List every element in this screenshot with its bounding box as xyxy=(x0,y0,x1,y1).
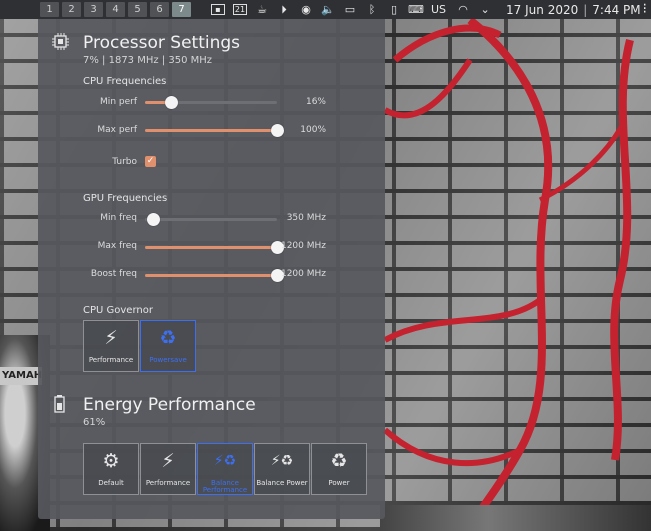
updates-icon[interactable]: ◉ xyxy=(295,0,317,19)
clock-time: 7:44 PM xyxy=(592,2,641,17)
energy-value: 61% xyxy=(83,417,106,428)
balance-power-mode-button[interactable]: ⚡♻ Balance Power xyxy=(254,443,310,495)
mode-label: Power xyxy=(328,479,350,487)
mode-label: Balance Performance xyxy=(202,479,248,494)
keyboard-icon[interactable]: ⌨ xyxy=(405,0,427,19)
lightning-icon: ⚡ xyxy=(104,327,118,349)
desktop-2-button[interactable]: 2 xyxy=(62,2,81,17)
desktop-6-button[interactable]: 6 xyxy=(150,2,169,17)
max-freq-fill xyxy=(145,246,277,249)
default-mode-button[interactable]: ⚙ Default xyxy=(83,443,139,495)
wifi-icon[interactable]: ◠ xyxy=(452,0,474,19)
desktop-5-button[interactable]: 5 xyxy=(128,2,147,17)
balance-performance-mode-button[interactable]: ⚡♻ Balance Performance xyxy=(197,443,253,495)
boost-freq-value: 1200 MHz xyxy=(280,269,326,279)
calendar-icon[interactable]: 21 xyxy=(229,0,251,19)
digital-clock[interactable]: 17 Jun 2020 | 7:44 PM xyxy=(506,3,641,17)
gpu-frequencies-heading: GPU Frequencies xyxy=(83,193,168,204)
lightning-recycle-icon: ⚡♻ xyxy=(213,453,237,469)
turbo-label: Turbo xyxy=(112,157,137,167)
recycle-icon: ♻ xyxy=(159,327,177,349)
system-tray: ▪ 21 ☕ ⏵ ◉ 🔈 ▭ ᛒ ▯ ⌨ US ◠ ⌄ 17 Jun 2020 |… xyxy=(207,0,641,19)
processor-settings-popup: Processor Settings 7% | 1873 MHz | 350 M… xyxy=(38,19,385,519)
media-play-icon[interactable]: ⏵ xyxy=(273,0,295,19)
desktop-3-button[interactable]: 3 xyxy=(84,2,103,17)
mode-label: Performance xyxy=(145,479,191,487)
boost-freq-fill xyxy=(145,274,277,277)
chevron-down-icon[interactable]: ⌄ xyxy=(474,0,496,19)
motorcycle-bottom xyxy=(380,505,651,531)
mode-label: Default xyxy=(98,479,124,487)
lightning-recycle-icon: ⚡♻ xyxy=(270,453,294,469)
battery-icon[interactable]: ▭ xyxy=(339,0,361,19)
min-freq-value: 350 MHz xyxy=(286,213,326,223)
cpu-governor-heading: CPU Governor xyxy=(83,305,153,316)
processor-icon[interactable]: ▪ xyxy=(207,0,229,19)
max-freq-label: Max freq xyxy=(97,241,137,251)
powersave-mode-button[interactable]: ♻ Powersave xyxy=(140,320,196,372)
clipboard-icon[interactable]: ▯ xyxy=(383,0,405,19)
performance-mode-button[interactable]: ⚡ Performance xyxy=(83,320,139,372)
max-perf-label: Max perf xyxy=(97,125,137,135)
min-freq-label: Min freq xyxy=(100,213,137,223)
performance-mode-button[interactable]: ⚡ Performance xyxy=(140,443,196,495)
desktop-7-button[interactable]: 7 xyxy=(172,2,191,17)
energy-title: Energy Performance xyxy=(83,395,256,415)
power-mode-button[interactable]: ♻ Power xyxy=(311,443,367,495)
cpu-frequencies-heading: CPU Frequencies xyxy=(83,76,167,87)
bluetooth-icon[interactable]: ᛒ xyxy=(361,0,383,19)
lightning-icon: ⚡ xyxy=(161,450,175,472)
keyboard-layout[interactable]: US xyxy=(431,3,446,16)
mode-label: Performance xyxy=(88,356,134,364)
volume-icon[interactable]: 🔈 xyxy=(317,0,339,19)
min-perf-slider[interactable] xyxy=(145,96,277,109)
boost-freq-label: Boost freq xyxy=(90,269,137,279)
clock-date: 17 Jun 2020 xyxy=(506,2,579,17)
turbo-checkbox[interactable]: ✓ xyxy=(145,156,156,167)
virtual-desktop-pager: 1234567 xyxy=(40,2,191,17)
min-perf-handle[interactable] xyxy=(165,96,179,109)
battery-icon xyxy=(54,395,65,413)
min-freq-handle[interactable] xyxy=(146,213,160,226)
max-freq-slider[interactable] xyxy=(145,241,284,254)
max-freq-value: 1200 MHz xyxy=(280,241,326,251)
energy-performance-buttons: ⚙ Default ⚡ Performance ⚡♻ Balance Performanc… xyxy=(83,443,367,495)
recycle-icon: ♻ xyxy=(330,450,348,472)
processor-title: Processor Settings xyxy=(83,33,241,53)
coffee-icon[interactable]: ☕ xyxy=(251,0,273,19)
max-perf-slider[interactable] xyxy=(145,124,284,137)
mode-label: Balance Power xyxy=(256,479,308,487)
panel-menu-icon[interactable]: ⁝ xyxy=(643,1,647,17)
desktop-4-button[interactable]: 4 xyxy=(106,2,125,17)
cpu-governor-buttons: ⚡ Performance ♻ Powersave xyxy=(83,320,196,372)
top-panel: 1234567 ▪ 21 ☕ ⏵ ◉ 🔈 ▭ ᛒ ▯ ⌨ US ◠ ⌄ 17 J… xyxy=(0,0,651,19)
min-freq-slider[interactable] xyxy=(145,213,277,226)
min-perf-label: Min perf xyxy=(100,97,137,107)
processor-summary: 7% | 1873 MHz | 350 MHz xyxy=(83,55,213,66)
gear-icon: ⚙ xyxy=(102,450,120,472)
desktop-1-button[interactable]: 1 xyxy=(40,2,59,17)
max-perf-fill xyxy=(145,129,277,132)
boost-freq-slider[interactable] xyxy=(145,269,284,282)
max-perf-value: 100% xyxy=(300,125,326,135)
clock-separator: | xyxy=(583,2,588,17)
motorcycle-logo: YAMAH xyxy=(0,367,42,385)
mode-label: Powersave xyxy=(149,356,187,364)
min-perf-value: 16% xyxy=(305,97,326,107)
chip-icon xyxy=(52,33,69,50)
calendar-day: 21 xyxy=(233,4,247,15)
